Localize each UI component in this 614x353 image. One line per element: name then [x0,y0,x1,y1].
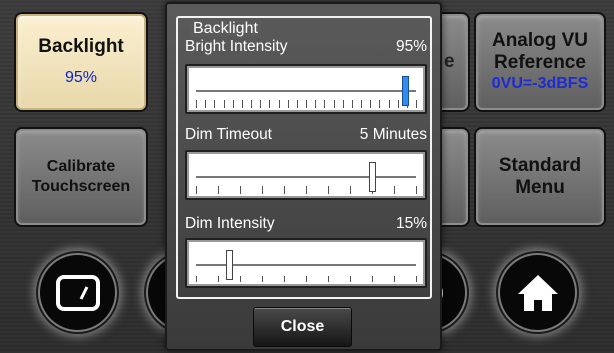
slider-tick [218,186,219,194]
slider-tick [284,186,285,194]
slider-tick [324,100,326,108]
slider-tick [269,100,271,108]
slider-tick [278,100,280,108]
bright-intensity-value: 95% [395,38,427,55]
standard-menu-line1: Standard [498,155,582,176]
slider-tick [223,100,225,108]
calibrate-line2: Touchscreen [31,178,131,195]
dim-timeout-slider[interactable] [185,150,427,200]
slider-tick [240,276,241,282]
slider-tick [372,276,373,282]
slider-tick [306,276,307,282]
calibrate-line1: Calibrate [46,158,116,175]
screen-button[interactable] [40,255,115,330]
home-icon [517,274,558,311]
slider-tick [196,276,197,282]
slider-tick [196,100,197,108]
analog-vu-value: 0VU=-3dBFS [491,75,589,92]
slider-tick [416,276,417,282]
slider-tick [262,186,263,194]
slider-tick [214,100,216,108]
slider-tick [287,100,289,108]
backlight-tile-value: 95% [64,69,98,86]
calibrate-touchscreen-tile[interactable]: Calibrate Touchscreen [14,127,148,227]
slider-tick [328,186,329,194]
backlight-tile[interactable]: Backlight 95% [14,12,148,112]
slider-tick [416,100,417,108]
slider-tick [315,100,317,108]
bright-intensity-thumb[interactable] [402,76,409,106]
slider-tick [306,186,307,194]
slider-tick [218,276,219,282]
standard-menu-line2: Menu [515,177,565,198]
slider-tick [370,100,372,108]
slider-tick [306,100,307,108]
analog-vu-line2: Reference [494,52,586,73]
slider-tick [296,100,298,108]
dim-intensity-label: Dim Intensity [185,215,275,232]
bright-intensity-slider[interactable] [185,64,427,114]
dim-timeout-thumb[interactable] [369,162,376,192]
slider-tick [251,100,252,108]
slider-ticks [196,98,417,108]
slider-tick [379,100,381,108]
slider-tick [350,276,351,282]
slider-tick [351,100,353,108]
slider-tick [241,100,243,108]
slider-tick [232,100,234,108]
hidden-tile-glyph: e [444,51,455,72]
slider-tick [394,276,395,282]
analog-vu-reference-tile[interactable]: Analog VU Reference 0VU=-3dBFS [474,12,606,112]
bright-intensity-label: Bright Intensity [185,38,288,55]
slider-tick [328,276,329,282]
dim-intensity-slider[interactable] [185,238,427,288]
slider-tick [262,276,263,282]
slider-tick [240,186,241,194]
dim-timeout-value: 5 Minutes [359,126,427,143]
dim-timeout-label: Dim Timeout [185,126,272,143]
screen-icon [55,274,100,311]
dim-intensity-thumb[interactable] [226,250,233,280]
group-title: Backlight [190,21,261,37]
slider-tick [416,186,417,194]
dim-intensity-value: 15% [395,215,427,232]
slider-tick [284,276,285,282]
slider-tick [394,186,395,194]
slider-tick [350,186,351,194]
home-button[interactable] [500,255,575,330]
slider-tick [342,100,344,108]
slider-tick [361,100,362,108]
analog-vu-line1: Analog VU [491,30,589,51]
slider-tick [333,100,335,108]
slider-ticks [196,184,417,194]
slider-tick [205,100,207,108]
standard-menu-tile[interactable]: Standard Menu [474,127,606,227]
slider-tick [388,100,390,108]
slider-tick [260,100,262,108]
backlight-tile-label: Backlight [38,36,124,57]
backlight-dialog: Backlight Bright Intensity 95% Dim Timeo… [165,2,442,351]
slider-tick [397,100,399,108]
slider-tick [196,186,197,194]
close-button[interactable]: Close [253,307,352,347]
